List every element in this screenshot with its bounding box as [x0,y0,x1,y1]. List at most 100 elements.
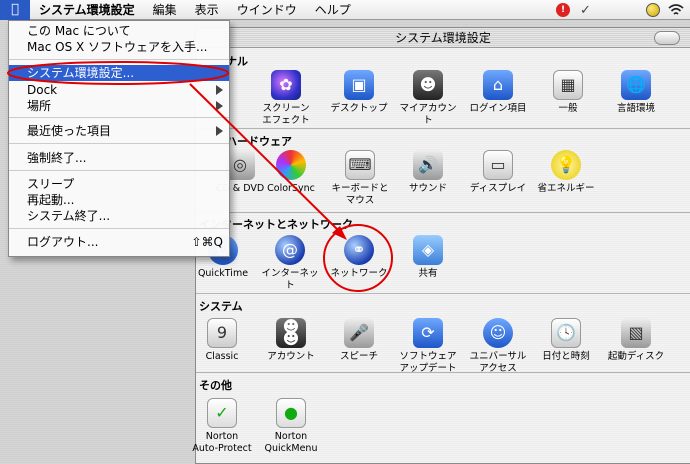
menu-app[interactable]: システム環境設定 [30,0,144,20]
menu-view[interactable]: 表示 [186,0,228,20]
menu-separator [9,59,229,60]
menu-item-label: ログアウト... [27,235,99,249]
classic-icon: 9 [207,318,237,348]
login-items-icon: ⌂ [483,70,513,100]
menu-item-system-preferences[interactable]: システム環境設定... [9,65,229,81]
script-menu-icon[interactable]: ✓ [580,3,591,18]
menu-item-about-mac[interactable]: この Mac について [27,23,223,39]
sharing-icon: ◈ [413,235,443,265]
norton-autoprotect-icon: ✓ [207,398,237,428]
universal-access-icon: ☺ [483,318,513,348]
section-title-hardware: ハードウェア [226,135,292,148]
menu-item-restart[interactable]: 再起動... [27,192,223,208]
pref-displays[interactable]: ▭ ディスプレイ [466,150,530,195]
submenu-arrow-icon [216,101,223,111]
norton-quickmenu-icon: ● [276,398,306,428]
pref-norton-autoprotect[interactable]: ✓ Norton Auto-Protect [190,398,254,455]
menu-separator [9,228,229,229]
pref-label: デスクトップ [330,103,388,114]
pref-label: 共有 [418,268,438,279]
pref-my-account[interactable]: ☻ マイアカウント [396,70,460,127]
pref-label: 一般 [558,103,578,114]
menu-item-label: 場所 [27,99,52,113]
menu-shortcut: ⇧⌘Q [191,235,224,249]
internet-icon: @ [275,235,305,265]
pref-date-time[interactable]: 🕓 日付と時刻 [534,318,598,363]
section-title-other: その他 [199,379,232,392]
menu-item-label: 最近使った項目 [27,124,112,138]
menu-item-sleep[interactable]: スリープ [27,176,223,192]
menu-item-log-out[interactable]: ログアウト... ⇧⌘Q [27,234,223,250]
pref-label: 省エネルギー [537,183,595,194]
pref-accounts[interactable]: ☻☻ アカウント [259,318,323,363]
pref-general[interactable]: ▦ 一般 [536,70,600,115]
general-icon: ▦ [553,70,583,100]
pref-speech[interactable]: 🎤 スピーチ [327,318,391,363]
menu-window[interactable]: ウインドウ [228,0,306,20]
sound-icon: 🔊 [413,150,443,180]
pref-label: ColorSync [267,183,315,194]
norton-menu-icon[interactable]: ! [556,3,570,17]
pref-label: 日付と時刻 [542,351,590,362]
pref-label: スクリーン エフェクト [262,103,310,126]
pref-sound[interactable]: 🔊 サウンド [396,150,460,195]
accounts-icon: ☻☻ [276,318,306,348]
displays-icon: ▭ [483,150,513,180]
menu-item-dock[interactable]: Dock [27,82,223,98]
date-time-icon: 🕓 [551,318,581,348]
menu-item-shut-down[interactable]: システム終了... [27,208,223,224]
pref-sharing[interactable]: ◈ 共有 [396,235,460,280]
status-items [646,0,684,20]
pref-norton-quickmenu[interactable]: ● Norton QuickMenu [259,398,323,455]
wifi-icon[interactable] [668,3,684,17]
pref-login-items[interactable]: ⌂ ログイン項目 [466,70,530,115]
window-title: システム環境設定 [395,31,491,45]
pref-international[interactable]: 🌐 言語環境 [604,70,668,115]
pref-label: ディスプレイ [469,183,527,194]
pref-colorsync[interactable]: ColorSync [259,150,323,195]
section-divider [196,293,690,294]
pref-keyboard-mouse[interactable]: ⌨ キーボードと マウス [328,150,392,207]
pref-classic[interactable]: 9 Classic [190,318,254,363]
pref-universal-access[interactable]: ☺ ユニバーサル アクセス [466,318,530,375]
menu-separator [9,117,229,118]
colorsync-icon [276,150,306,180]
moon-status-icon[interactable] [646,3,660,17]
menu-item-label: Dock [27,83,58,97]
pref-desktop[interactable]: ▣ デスクトップ [327,70,391,115]
energy-saver-icon: 💡 [551,150,581,180]
menu-help[interactable]: ヘルプ [306,0,360,20]
pref-startup-disk[interactable]: ▧ 起動ディスク [604,318,668,363]
menu-item-force-quit[interactable]: 強制終了... [27,150,223,166]
pref-label: ログイン項目 [469,103,527,114]
menu-item-location[interactable]: 場所 [27,98,223,114]
speech-icon: 🎤 [344,318,374,348]
software-update-icon: ⟳ [413,318,443,348]
pref-label: 起動ディスク [607,351,665,362]
section-divider [196,128,690,129]
menu-separator [9,143,229,144]
menu-extras: ! ✓ [556,0,591,20]
pref-energy-saver[interactable]: 💡 省エネルギー [534,150,598,195]
menu-item-get-software[interactable]: Mac OS X ソフトウェアを入手... [27,39,223,55]
apple-menu-dropdown: この Mac について Mac OS X ソフトウェアを入手... システム環境… [8,20,230,257]
pref-label: Classic [205,351,239,362]
pref-network[interactable]: ⚭ ネットワーク [327,235,391,280]
pref-label: QuickTime [197,268,249,279]
pref-software-update[interactable]: ⟳ ソフトウェア アップデート [396,318,460,375]
toolbar-toggle-button[interactable] [654,31,680,45]
menu-edit[interactable]: 編集 [144,0,186,20]
window-titlebar[interactable]: システム環境設定 [196,28,690,48]
pref-label: マイアカウント [399,103,457,126]
pref-label: キーボードと マウス [331,183,389,206]
pref-label: Norton QuickMenu [264,431,318,454]
my-account-icon: ☻ [413,70,443,100]
international-icon: 🌐 [621,70,651,100]
pref-screen-effects[interactable]: ✿ スクリーン エフェクト [254,70,318,127]
startup-disk-icon: ▧ [621,318,651,348]
submenu-arrow-icon [216,126,223,136]
menu-item-recent-items[interactable]: 最近使った項目 [27,123,223,139]
screen-effects-icon: ✿ [271,70,301,100]
apple-logo-icon[interactable]:  [0,0,30,20]
pref-internet[interactable]: @ インターネット [258,235,322,292]
